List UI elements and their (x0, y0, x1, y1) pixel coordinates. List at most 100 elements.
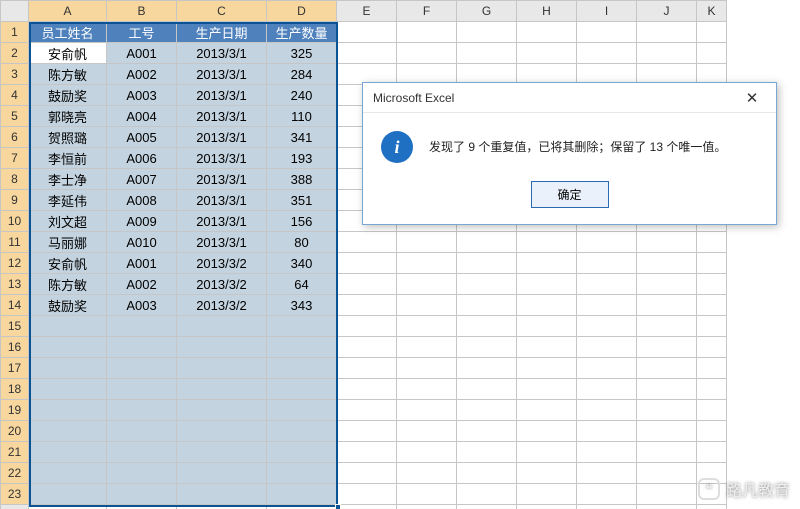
cell-I1[interactable] (577, 22, 637, 43)
cell-J1[interactable] (637, 22, 697, 43)
row-header-24[interactable]: 24 (1, 505, 29, 509)
cell-C17[interactable] (177, 358, 267, 379)
cell-B17[interactable] (107, 358, 177, 379)
cell-C14[interactable]: 2013/3/2 (177, 295, 267, 316)
row-header-5[interactable]: 5 (1, 106, 29, 127)
dialog-titlebar[interactable]: Microsoft Excel ✕ (363, 83, 776, 113)
col-header-C[interactable]: C (177, 1, 267, 22)
cell-A22[interactable] (29, 463, 107, 484)
cell-J2[interactable] (637, 43, 697, 64)
row-header-8[interactable]: 8 (1, 169, 29, 190)
cell-J21[interactable] (637, 442, 697, 463)
cell-D15[interactable] (267, 316, 337, 337)
cell-A16[interactable] (29, 337, 107, 358)
cell-D9[interactable]: 351 (267, 190, 337, 211)
close-icon[interactable]: ✕ (734, 86, 770, 110)
cell-A17[interactable] (29, 358, 107, 379)
cell-G15[interactable] (457, 316, 517, 337)
col-header-J[interactable]: J (637, 1, 697, 22)
cell-E22[interactable] (337, 463, 397, 484)
cell-J17[interactable] (637, 358, 697, 379)
cell-B8[interactable]: A007 (107, 169, 177, 190)
row-header-7[interactable]: 7 (1, 148, 29, 169)
row-header-17[interactable]: 17 (1, 358, 29, 379)
cell-A11[interactable]: 马丽娜 (29, 232, 107, 253)
cell-E20[interactable] (337, 421, 397, 442)
cell-C22[interactable] (177, 463, 267, 484)
cell-C3[interactable]: 2013/3/1 (177, 64, 267, 85)
cell-B19[interactable] (107, 400, 177, 421)
cell-D17[interactable] (267, 358, 337, 379)
cell-H1[interactable] (517, 22, 577, 43)
cell-H18[interactable] (517, 379, 577, 400)
cell-K13[interactable] (697, 274, 727, 295)
cell-B23[interactable] (107, 484, 177, 505)
col-header-F[interactable]: F (397, 1, 457, 22)
cell-H12[interactable] (517, 253, 577, 274)
cell-A10[interactable]: 刘文超 (29, 211, 107, 232)
cell-C4[interactable]: 2013/3/1 (177, 85, 267, 106)
cell-G22[interactable] (457, 463, 517, 484)
cell-C19[interactable] (177, 400, 267, 421)
cell-C9[interactable]: 2013/3/1 (177, 190, 267, 211)
row-header-14[interactable]: 14 (1, 295, 29, 316)
cell-D4[interactable]: 240 (267, 85, 337, 106)
cell-E17[interactable] (337, 358, 397, 379)
cell-B1[interactable]: 工号 (107, 22, 177, 43)
cell-F17[interactable] (397, 358, 457, 379)
cell-K12[interactable] (697, 253, 727, 274)
cell-J24[interactable] (637, 505, 697, 509)
cell-F19[interactable] (397, 400, 457, 421)
cell-H2[interactable] (517, 43, 577, 64)
cell-G13[interactable] (457, 274, 517, 295)
row-header-9[interactable]: 9 (1, 190, 29, 211)
cell-I12[interactable] (577, 253, 637, 274)
cell-C6[interactable]: 2013/3/1 (177, 127, 267, 148)
cell-D7[interactable]: 193 (267, 148, 337, 169)
cell-B5[interactable]: A004 (107, 106, 177, 127)
cell-J12[interactable] (637, 253, 697, 274)
cell-H21[interactable] (517, 442, 577, 463)
cell-K20[interactable] (697, 421, 727, 442)
cell-F13[interactable] (397, 274, 457, 295)
cell-F15[interactable] (397, 316, 457, 337)
cell-D14[interactable]: 343 (267, 295, 337, 316)
cell-B24[interactable] (107, 505, 177, 509)
cell-I21[interactable] (577, 442, 637, 463)
cell-B21[interactable] (107, 442, 177, 463)
cell-B14[interactable]: A003 (107, 295, 177, 316)
cell-C16[interactable] (177, 337, 267, 358)
cell-F12[interactable] (397, 253, 457, 274)
cell-K2[interactable] (697, 43, 727, 64)
cell-J20[interactable] (637, 421, 697, 442)
row-header-12[interactable]: 12 (1, 253, 29, 274)
cell-F16[interactable] (397, 337, 457, 358)
cell-G14[interactable] (457, 295, 517, 316)
col-header-K[interactable]: K (697, 1, 727, 22)
cell-G19[interactable] (457, 400, 517, 421)
row-header-2[interactable]: 2 (1, 43, 29, 64)
cell-C18[interactable] (177, 379, 267, 400)
row-header-6[interactable]: 6 (1, 127, 29, 148)
cell-H11[interactable] (517, 232, 577, 253)
cell-D3[interactable]: 284 (267, 64, 337, 85)
cell-C24[interactable] (177, 505, 267, 509)
cell-B15[interactable] (107, 316, 177, 337)
cell-I2[interactable] (577, 43, 637, 64)
cell-E21[interactable] (337, 442, 397, 463)
cell-C15[interactable] (177, 316, 267, 337)
cell-G21[interactable] (457, 442, 517, 463)
row-header-4[interactable]: 4 (1, 85, 29, 106)
col-header-E[interactable]: E (337, 1, 397, 22)
cell-A18[interactable] (29, 379, 107, 400)
cell-B6[interactable]: A005 (107, 127, 177, 148)
cell-C20[interactable] (177, 421, 267, 442)
cell-B18[interactable] (107, 379, 177, 400)
row-header-1[interactable]: 1 (1, 22, 29, 43)
cell-C10[interactable]: 2013/3/1 (177, 211, 267, 232)
cell-C5[interactable]: 2013/3/1 (177, 106, 267, 127)
cell-A8[interactable]: 李士净 (29, 169, 107, 190)
cell-A7[interactable]: 李恒前 (29, 148, 107, 169)
cell-F18[interactable] (397, 379, 457, 400)
row-header-13[interactable]: 13 (1, 274, 29, 295)
